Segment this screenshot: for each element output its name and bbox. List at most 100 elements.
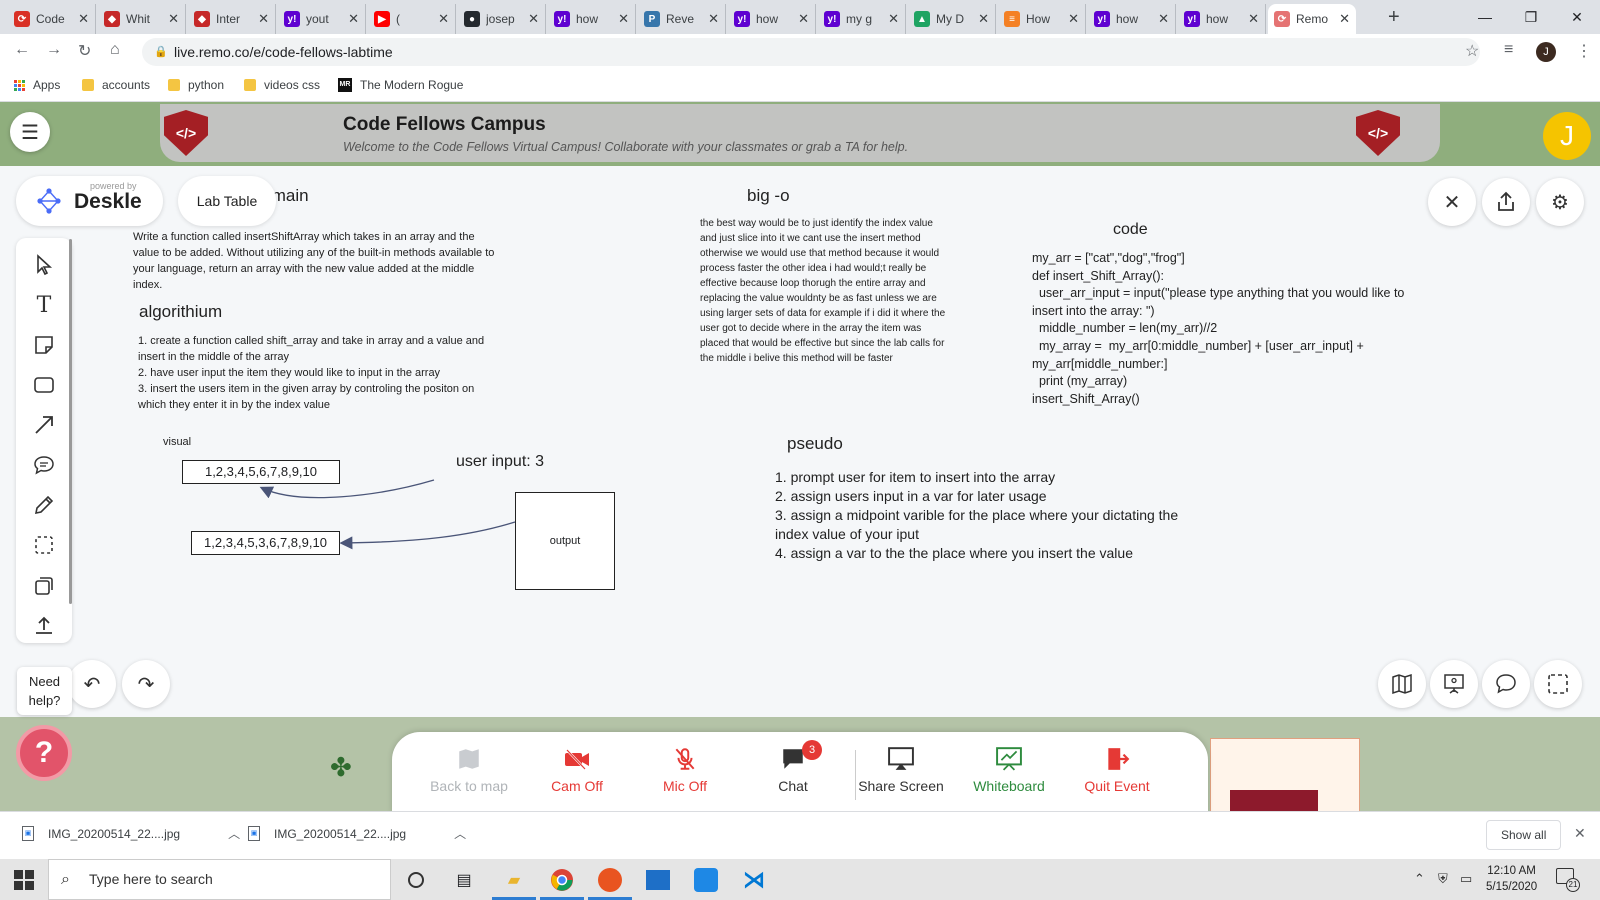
deskle-home-button[interactable]: powered by Deskle (16, 176, 163, 226)
task-view-icon[interactable]: ▤ (450, 866, 478, 894)
bookmark-python[interactable]: python (168, 78, 224, 92)
settings-button[interactable]: ⚙ (1536, 178, 1584, 226)
chevron-up-icon[interactable]: ︿ (454, 825, 466, 842)
browser-tab[interactable]: ▲ My D ✕ (908, 4, 996, 34)
sticky-note-tool[interactable] (28, 330, 60, 360)
close-tab-icon[interactable]: ✕ (168, 11, 179, 27)
taskbar-search-input[interactable]: ⌕ Type here to search (48, 859, 391, 900)
browser-tab[interactable]: P Reve ✕ (638, 4, 726, 34)
close-tab-icon[interactable]: ✕ (258, 11, 269, 27)
upload-tool[interactable] (28, 610, 60, 640)
vscode-icon[interactable]: ⋊ (740, 866, 768, 894)
browser-tab[interactable]: y! yout ✕ (278, 4, 366, 34)
download-item[interactable]: ▣ IMG_20200514_22....jpg ︿ (248, 825, 466, 842)
close-tab-icon[interactable]: ✕ (528, 11, 539, 27)
browser-tab[interactable]: ◆ Inter ✕ (188, 4, 276, 34)
browser-tab[interactable]: y! how ✕ (1178, 4, 1266, 34)
browser-tab[interactable]: ● josep ✕ (458, 4, 546, 34)
map-view-button[interactable] (1378, 660, 1426, 708)
close-tab-icon[interactable]: ✕ (78, 11, 89, 27)
cam-off-button[interactable]: Cam Off (522, 746, 632, 794)
ubuntu-icon[interactable] (588, 866, 632, 900)
pen-tool[interactable] (28, 490, 60, 520)
text-tool[interactable]: T (28, 290, 60, 320)
browser-tab[interactable]: y! my g ✕ (818, 4, 906, 34)
browser-tab[interactable]: y! how ✕ (548, 4, 636, 34)
close-tab-icon[interactable]: ✕ (438, 11, 449, 27)
select-tool[interactable] (28, 250, 60, 280)
home-icon[interactable]: ⌂ (110, 41, 120, 59)
star-icon[interactable]: ☆ (1465, 41, 1479, 61)
minimize-button[interactable]: — (1462, 0, 1508, 34)
browser-tab[interactable]: y! how ✕ (728, 4, 816, 34)
url-input[interactable]: 🔒 live.remo.co/e/code-fellows-labtime (142, 38, 1480, 66)
notifications-button[interactable]: 21 (1556, 868, 1580, 892)
network-icon[interactable]: ▭ (1460, 871, 1472, 887)
back-to-map-button[interactable]: Back to map (414, 746, 524, 794)
close-window-button[interactable]: ✕ (1554, 0, 1600, 34)
chat-button[interactable]: 3 Chat (738, 740, 848, 794)
bookmark-apps[interactable]: Apps (14, 78, 60, 92)
user-avatar[interactable]: J (1543, 112, 1591, 160)
chevron-up-icon[interactable]: ︿ (228, 825, 240, 842)
media-icon[interactable]: ≡ (1504, 41, 1513, 59)
redo-button[interactable]: ↷ (122, 660, 170, 708)
duplicate-tool[interactable] (28, 570, 60, 600)
close-board-button[interactable]: ✕ (1428, 178, 1476, 226)
share-screen-button[interactable]: Share Screen (846, 746, 956, 794)
board-chat-button[interactable] (1482, 660, 1530, 708)
download-item[interactable]: ▣ IMG_20200514_22....jpg ︿ (22, 825, 240, 842)
whiteboard-canvas[interactable]: Problem Domain Write a function called i… (0, 166, 1600, 717)
close-tab-icon[interactable]: ✕ (1068, 11, 1079, 27)
browser-tab[interactable]: ▶ (✕ (368, 4, 456, 34)
photos-icon[interactable] (644, 866, 672, 894)
mic-off-button[interactable]: Mic Off (630, 746, 740, 794)
comment-tool[interactable] (28, 450, 60, 480)
lab-table-button[interactable]: Lab Table (178, 176, 276, 226)
hamburger-menu-button[interactable]: ☰ (10, 112, 50, 152)
close-tab-icon[interactable]: ✕ (618, 11, 629, 27)
menu-icon[interactable]: ⋮ (1576, 41, 1592, 61)
cortana-icon[interactable] (402, 866, 430, 894)
browser-tab[interactable]: y! how ✕ (1088, 4, 1176, 34)
close-tab-icon[interactable]: ✕ (1248, 11, 1259, 27)
browser-tab[interactable]: ≡ How ✕ (998, 4, 1086, 34)
share-board-button[interactable] (1482, 178, 1530, 226)
quit-event-button[interactable]: Quit Event (1062, 746, 1172, 794)
taskbar-clock[interactable]: 12:10 AM 5/15/2020 (1486, 863, 1537, 895)
close-tab-icon[interactable]: ✕ (978, 11, 989, 27)
profile-avatar[interactable]: J (1536, 42, 1556, 62)
close-tab-icon[interactable]: ✕ (708, 11, 719, 27)
rectangle-tool[interactable] (28, 370, 60, 400)
browser-tab[interactable]: ⟳ Remo ✕ (1268, 4, 1356, 34)
whiteboard-button[interactable]: Whiteboard (954, 746, 1064, 794)
fit-screen-button[interactable] (1534, 660, 1582, 708)
windows-start-icon[interactable] (14, 870, 34, 890)
bookmark-modern-rogue[interactable]: MR The Modern Rogue (338, 78, 463, 92)
app-icon[interactable] (692, 866, 720, 894)
bookmark-videos-css[interactable]: videos css (244, 78, 320, 92)
reload-icon[interactable]: ↻ (78, 41, 91, 61)
arrow-tool[interactable] (28, 410, 60, 440)
close-tab-icon[interactable]: ✕ (798, 11, 809, 27)
browser-tab[interactable]: ⟳ Code ✕ (8, 4, 96, 34)
new-tab-button[interactable]: + (1388, 6, 1400, 29)
file-explorer-icon[interactable]: ▰ (492, 866, 536, 900)
close-tab-icon[interactable]: ✕ (888, 11, 899, 27)
close-tab-icon[interactable]: ✕ (348, 11, 359, 27)
close-icon[interactable]: ✕ (1574, 825, 1586, 842)
close-tab-icon[interactable]: ✕ (1339, 11, 1350, 27)
close-tab-icon[interactable]: ✕ (1158, 11, 1169, 27)
restore-button[interactable]: ❐ (1508, 0, 1554, 34)
toolbar-scrollbar[interactable] (69, 239, 72, 604)
help-button[interactable]: ? (16, 725, 72, 781)
present-button[interactable] (1430, 660, 1478, 708)
forward-icon[interactable]: → (46, 41, 62, 59)
browser-tab[interactable]: ◆ Whit ✕ (98, 4, 186, 34)
defender-icon[interactable]: ⛨ (1438, 871, 1448, 887)
chevron-up-icon[interactable]: ⌃ (1414, 871, 1425, 887)
show-all-downloads-button[interactable]: Show all (1486, 820, 1562, 850)
lasso-select-tool[interactable] (28, 530, 60, 560)
back-icon[interactable]: ← (14, 41, 30, 59)
bookmark-accounts[interactable]: accounts (82, 78, 150, 92)
